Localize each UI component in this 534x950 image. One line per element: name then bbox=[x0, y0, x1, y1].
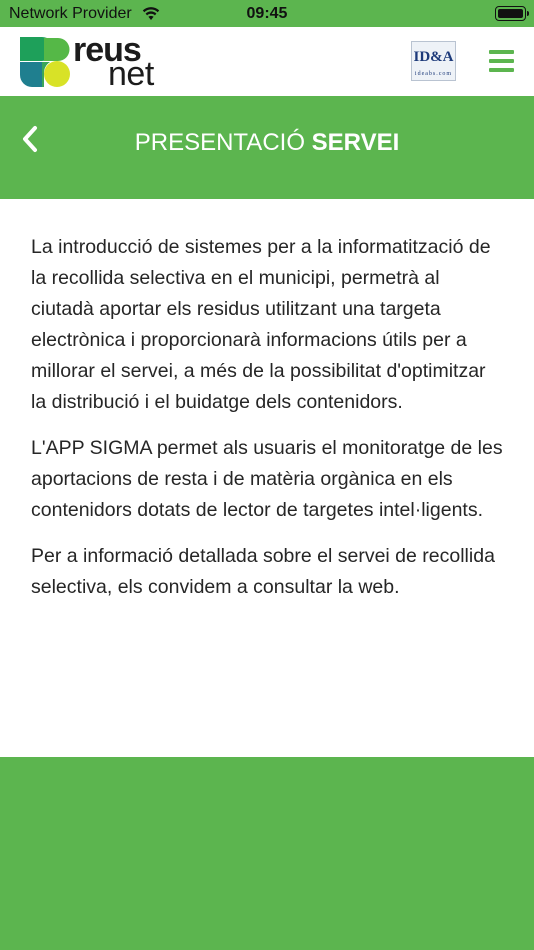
reusnet-logo: reus net bbox=[20, 33, 180, 91]
paragraph-more-info: Per a informació detallada sobre el serv… bbox=[31, 545, 495, 598]
page-title-part2: SERVEI bbox=[311, 129, 400, 156]
logo-word-net: net bbox=[108, 55, 154, 93]
title-bar: PRESENTACIÓ SERVEI bbox=[0, 96, 534, 199]
reusnet-logo-mark-icon bbox=[20, 37, 70, 87]
paragraph-app: L'APP SIGMA permet als usuaris el monito… bbox=[31, 437, 503, 521]
partner-logo-text: ID&A bbox=[413, 49, 454, 65]
partner-logo: ID&A ideabs.com bbox=[411, 41, 456, 81]
paragraph-intro: La introducció de sistemes per a la info… bbox=[31, 236, 491, 413]
status-bar: Network Provider 09:45 bbox=[0, 0, 534, 27]
service-description: La introducció de sistemes per a la info… bbox=[31, 232, 506, 618]
hamburger-menu-icon[interactable] bbox=[486, 47, 516, 75]
app-header: reus net ID&A ideabs.com bbox=[0, 27, 534, 96]
status-time: 09:45 bbox=[246, 5, 288, 22]
partner-logo-subtext: ideabs.com bbox=[414, 71, 453, 77]
page-title-part1: PRESENTACIÓ bbox=[134, 129, 305, 156]
footer-band bbox=[0, 757, 534, 950]
battery-icon bbox=[495, 6, 526, 21]
page-title: PRESENTACIÓ SERVEI bbox=[0, 129, 534, 157]
